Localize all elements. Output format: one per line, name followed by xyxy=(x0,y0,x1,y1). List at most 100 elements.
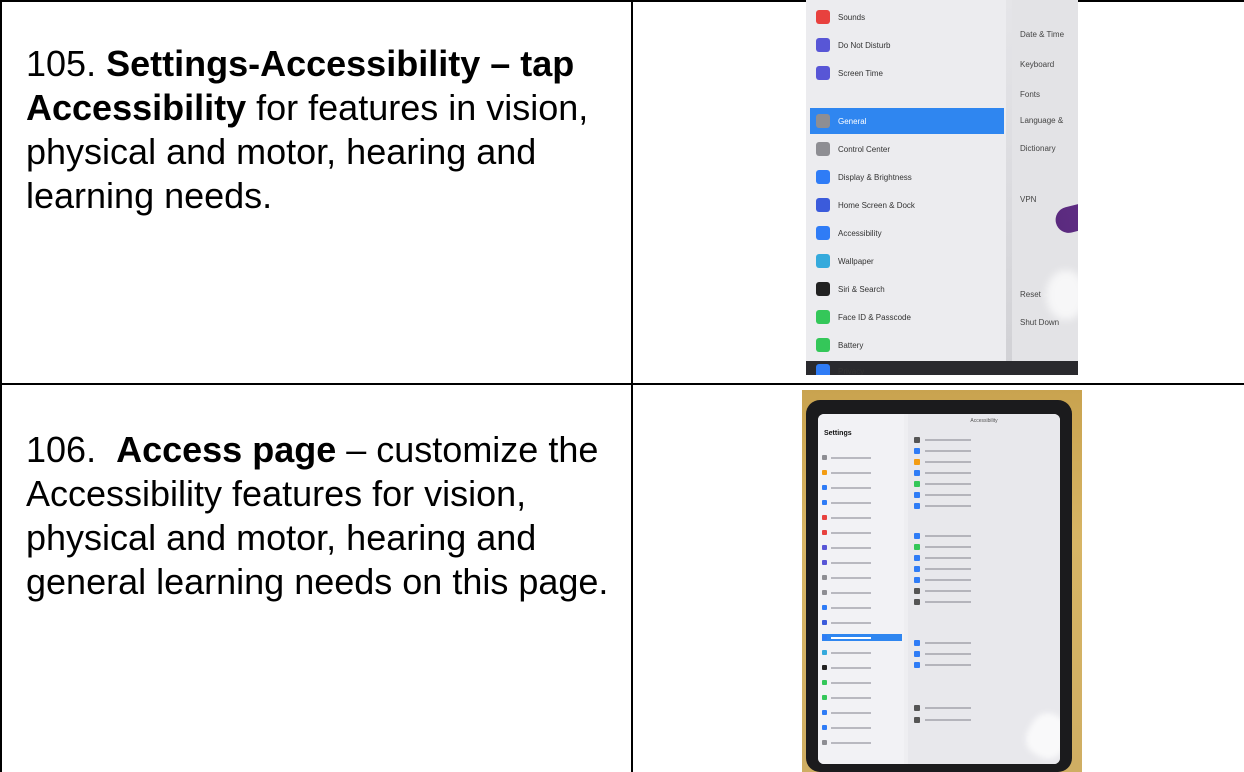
accessibility-item[interactable] xyxy=(914,469,1054,477)
settings-row-label: Siri & Search xyxy=(838,284,885,294)
settings-row-icon xyxy=(816,10,830,24)
accessibility-item[interactable] xyxy=(914,554,1054,562)
accessibility-item[interactable] xyxy=(914,650,1054,658)
settings-row[interactable]: Privacy xyxy=(810,358,1004,375)
settings-row[interactable]: Home Screen & Dock xyxy=(810,192,1004,218)
accessibility-item[interactable] xyxy=(914,491,1054,499)
accessibility-item-icon xyxy=(914,705,920,711)
sidebar-item[interactable] xyxy=(822,544,902,551)
settings-row-icon xyxy=(816,38,830,52)
settings-row[interactable]: Display & Brightness xyxy=(810,164,1004,190)
general-detail-row[interactable]: Date & Time xyxy=(1020,30,1064,39)
sidebar-item-label xyxy=(831,501,871,504)
settings-row[interactable]: Control Center xyxy=(810,136,1004,162)
accessibility-item[interactable] xyxy=(914,639,1054,647)
accessibility-item-label xyxy=(925,719,971,721)
step-title: Access page xyxy=(116,429,337,470)
sidebar-item-label xyxy=(831,711,871,714)
settings-row[interactable]: Face ID & Passcode xyxy=(810,304,1004,330)
accessibility-item[interactable] xyxy=(914,704,1054,712)
sidebar-item[interactable] xyxy=(822,694,902,701)
sidebar-item[interactable] xyxy=(822,499,902,506)
sidebar-item[interactable] xyxy=(822,604,902,611)
sidebar-item[interactable] xyxy=(822,709,902,716)
sidebar-item[interactable] xyxy=(822,529,902,536)
settings-sidebar: Settings xyxy=(818,414,904,764)
settings-row[interactable]: Screen Time xyxy=(810,60,1004,86)
general-detail-row[interactable]: Fonts xyxy=(1020,90,1040,99)
general-detail-row[interactable]: VPN xyxy=(1020,195,1036,204)
accessibility-item-label xyxy=(925,707,971,709)
settings-row-icon xyxy=(816,66,830,80)
accessibility-item-label xyxy=(925,568,971,570)
settings-row[interactable]: General xyxy=(810,108,1004,134)
sidebar-item-label xyxy=(831,666,871,669)
settings-row-icon xyxy=(816,310,830,324)
general-detail-row[interactable]: Dictionary xyxy=(1020,144,1056,153)
accessibility-item[interactable] xyxy=(914,598,1054,606)
accessibility-item-label xyxy=(925,653,971,655)
sidebar-item[interactable] xyxy=(822,484,902,491)
sidebar-item-label xyxy=(831,471,871,474)
accessibility-item-icon xyxy=(914,640,920,646)
general-detail-row[interactable]: Reset xyxy=(1020,290,1041,299)
accessibility-item-icon xyxy=(914,448,920,454)
ipad-accessibility-photo: Settings Accessibility xyxy=(802,390,1082,772)
general-detail-row[interactable]: Keyboard xyxy=(1020,60,1054,69)
accessibility-item[interactable] xyxy=(914,480,1054,488)
settings-row-icon xyxy=(816,226,830,240)
sidebar-item-icon xyxy=(822,455,827,460)
settings-row[interactable]: Do Not Disturb xyxy=(810,32,1004,58)
accessibility-item[interactable] xyxy=(914,576,1054,584)
sidebar-item[interactable] xyxy=(822,619,902,626)
sidebar-item[interactable] xyxy=(822,664,902,671)
accessibility-item[interactable] xyxy=(914,543,1054,551)
accessibility-item-label xyxy=(925,450,971,452)
sidebar-item[interactable] xyxy=(822,649,902,656)
settings-row[interactable]: Sounds xyxy=(810,4,1004,30)
sidebar-item-label xyxy=(831,636,871,639)
settings-row-label: Privacy xyxy=(838,366,865,376)
sidebar-item[interactable] xyxy=(822,514,902,521)
ipad-screen: Settings Accessibility xyxy=(818,414,1060,764)
settings-row-label: General xyxy=(838,116,867,126)
accessibility-item[interactable] xyxy=(914,532,1054,540)
accessibility-item-label xyxy=(925,505,971,507)
sidebar-item[interactable] xyxy=(822,679,902,686)
table-border-middle xyxy=(0,383,1244,385)
general-detail-row[interactable]: Language & xyxy=(1020,116,1063,125)
settings-row-icon xyxy=(816,338,830,352)
sidebar-item[interactable] xyxy=(822,574,902,581)
accessibility-item-label xyxy=(925,579,971,581)
sidebar-item[interactable] xyxy=(822,634,902,641)
settings-row[interactable]: Accessibility xyxy=(810,220,1004,246)
accessibility-item[interactable] xyxy=(914,447,1054,455)
accessibility-item-icon xyxy=(914,566,920,572)
sidebar-item[interactable] xyxy=(822,724,902,731)
accessibility-item-icon xyxy=(914,555,920,561)
accessibility-item-icon xyxy=(914,651,920,657)
sidebar-item[interactable] xyxy=(822,469,902,476)
sidebar-item[interactable] xyxy=(822,454,902,461)
accessibility-item[interactable] xyxy=(914,587,1054,595)
settings-row[interactable]: Wallpaper xyxy=(810,248,1004,274)
accessibility-item[interactable] xyxy=(914,502,1054,510)
accessibility-item-icon xyxy=(914,588,920,594)
sidebar-item[interactable] xyxy=(822,559,902,566)
settings-row-icon xyxy=(816,142,830,156)
accessibility-item-icon xyxy=(914,577,920,583)
general-detail-row[interactable]: Shut Down xyxy=(1020,318,1059,327)
sidebar-item-label xyxy=(831,681,871,684)
settings-row[interactable]: Battery xyxy=(810,332,1004,358)
accessibility-item[interactable] xyxy=(914,565,1054,573)
accessibility-item[interactable] xyxy=(914,458,1054,466)
sidebar-item-label xyxy=(831,651,871,654)
accessibility-item[interactable] xyxy=(914,661,1054,669)
settings-row-icon xyxy=(816,198,830,212)
sidebar-item[interactable] xyxy=(822,589,902,596)
settings-row-icon xyxy=(816,170,830,184)
accessibility-item-icon xyxy=(914,544,920,550)
sidebar-item[interactable] xyxy=(822,739,902,746)
accessibility-item[interactable] xyxy=(914,436,1054,444)
settings-row[interactable]: Siri & Search xyxy=(810,276,1004,302)
